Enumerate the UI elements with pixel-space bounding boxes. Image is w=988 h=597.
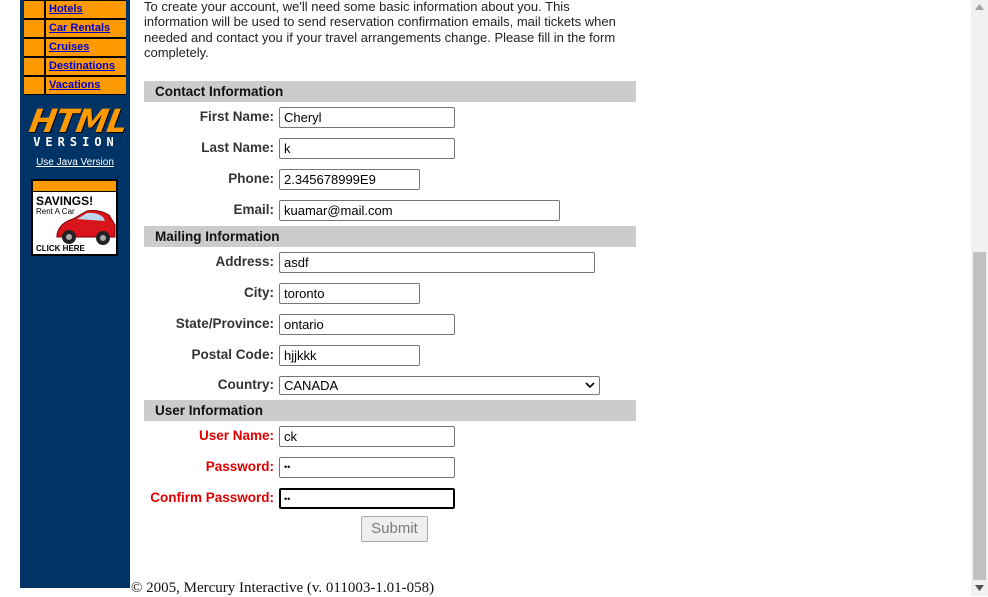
last-name-input[interactable]: k	[279, 138, 455, 159]
html-version-logo: HTML VERSION	[27, 102, 131, 148]
postal-code-label: Postal Code:	[191, 347, 274, 362]
state-province-label: State/Province:	[175, 316, 274, 331]
red-car-icon	[56, 210, 116, 245]
email-input[interactable]: kuamar@mail.com	[279, 200, 560, 221]
postal-code-input[interactable]: hjjkkk	[279, 345, 420, 366]
nav-link-cruises[interactable]: Cruises	[46, 39, 126, 56]
nav-link-vacations[interactable]: Vacations	[46, 77, 126, 94]
section-mailing-information: Mailing Information	[144, 226, 636, 247]
nav-bullet	[24, 77, 44, 94]
nav-row-hotels: Hotels	[24, 1, 126, 18]
user-name-input[interactable]: ck	[279, 426, 455, 447]
confirm-password-label: Confirm Password:	[150, 490, 274, 505]
nav-link-car-rentals[interactable]: Car Rentals	[46, 20, 126, 37]
logo-html-text: HTML	[26, 102, 131, 140]
section-user-information: User Information	[144, 400, 636, 421]
phone-input[interactable]: 2.345678999E9	[279, 169, 420, 190]
nav-bullet	[24, 1, 44, 18]
country-select[interactable]: CANADA	[279, 376, 600, 395]
state-province-input[interactable]: ontario	[279, 314, 455, 335]
chevron-down-icon	[585, 382, 595, 389]
use-java-version-link[interactable]: Use Java Version	[20, 157, 130, 168]
nav-bullet	[24, 58, 44, 75]
section-contact-information: Contact Information	[144, 81, 636, 102]
intro-text: To create your account, we'll need some …	[144, 0, 616, 61]
nav-menu: Hotels Car Rentals Cruises Destinations …	[24, 0, 126, 95]
email-label: Email:	[233, 202, 274, 217]
footer-copyright: © 2005, Mercury Interactive (v. 011003-1…	[131, 580, 435, 596]
password-input[interactable]: ••	[279, 457, 455, 478]
nav-link-hotels[interactable]: Hotels	[46, 1, 126, 18]
confirm-password-input[interactable]: ••	[279, 488, 455, 509]
nav-row-car-rentals: Car Rentals	[24, 20, 126, 37]
scroll-up-arrow-icon[interactable]	[975, 4, 984, 10]
scrollbar-thumb[interactable]	[973, 252, 986, 580]
nav-row-vacations: Vacations	[24, 77, 126, 94]
first-name-input[interactable]: Cheryl	[279, 107, 455, 128]
first-name-label: First Name:	[199, 109, 274, 124]
nav-row-cruises: Cruises	[24, 39, 126, 56]
city-input[interactable]: toronto	[279, 283, 420, 304]
submit-button[interactable]: Submit	[361, 516, 428, 542]
nav-bullet	[24, 20, 44, 37]
country-selected-value: CANADA	[284, 378, 339, 393]
scroll-down-arrow-icon[interactable]	[975, 585, 984, 591]
last-name-label: Last Name:	[201, 140, 274, 155]
ad-click-here-text: CLICK HERE	[36, 244, 85, 253]
address-input[interactable]: asdf	[279, 252, 595, 273]
user-name-label: User Name:	[198, 428, 274, 443]
rent-a-car-ad[interactable]: SAVINGS! Rent A Car CLICK HERE	[31, 179, 118, 256]
phone-label: Phone:	[228, 171, 274, 186]
city-label: City:	[244, 285, 274, 300]
nav-row-destinations: Destinations	[24, 58, 126, 75]
nav-link-destinations[interactable]: Destinations	[46, 58, 126, 75]
address-label: Address:	[215, 254, 274, 269]
ad-top-bar	[33, 181, 116, 192]
nav-bullet	[24, 39, 44, 56]
password-label: Password:	[205, 459, 274, 474]
country-label: Country:	[217, 377, 274, 392]
